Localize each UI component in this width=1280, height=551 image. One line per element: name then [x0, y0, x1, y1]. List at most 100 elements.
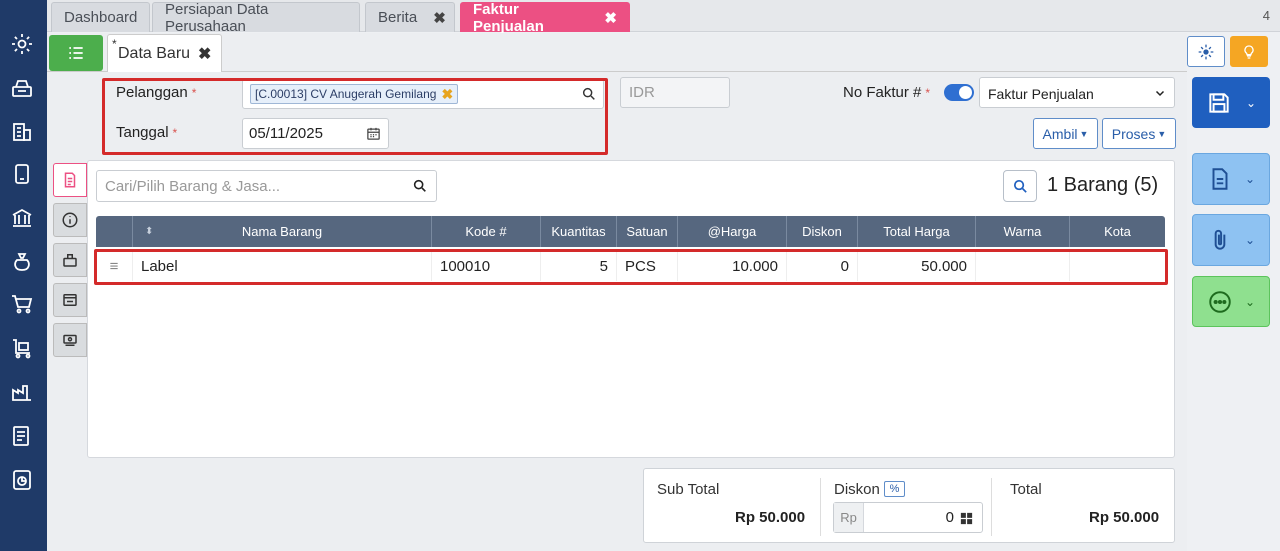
faktur-type-select[interactable]: Faktur Penjualan [979, 77, 1175, 108]
paperclip-icon [1214, 229, 1226, 250]
more-options-button[interactable]: ⌄ [1192, 276, 1270, 327]
mobile-device-icon[interactable] [8, 160, 36, 188]
report-chart-icon[interactable] [8, 466, 36, 494]
diskon-input[interactable]: Rp 0 [833, 502, 983, 533]
ambil-button[interactable]: Ambil ▼ [1033, 118, 1098, 149]
tab-faktur-penjualan[interactable]: Faktur Penjualan ✖ [460, 0, 630, 35]
col-warna[interactable]: Warna [976, 216, 1070, 247]
delivery-cart-icon[interactable] [8, 334, 36, 362]
total-label: Total [1010, 481, 1042, 498]
col-kuantitas[interactable]: Kuantitas [541, 216, 617, 247]
proses-button[interactable]: Proses ▼ [1102, 118, 1176, 149]
subtotal-label: Sub Total [657, 481, 720, 498]
tab-count[interactable]: 4 [1263, 8, 1270, 23]
col-label: Kota [1104, 224, 1131, 239]
calculator-icon [960, 512, 973, 525]
auto-number-toggle[interactable] [944, 84, 974, 101]
drag-column-header [96, 216, 133, 247]
col-label: Warna [1003, 224, 1042, 239]
cash-register-icon[interactable] [8, 74, 36, 102]
item-search-placeholder: Cari/Pilih Barang & Jasa... [105, 178, 281, 195]
currency-value: IDR [629, 84, 655, 101]
col-nama-barang[interactable]: ⬍ Nama Barang [133, 216, 432, 247]
doc-tab-label: Data Baru [118, 44, 191, 62]
list-icon [69, 47, 83, 59]
highlight-item-row [94, 249, 1168, 285]
col-kota[interactable]: Kota [1070, 216, 1165, 247]
modified-marker: * [112, 37, 117, 51]
bank-icon[interactable] [8, 204, 36, 232]
tab-data-baru[interactable]: * Data Baru ✖ [107, 34, 222, 72]
shopping-cart-icon[interactable] [8, 290, 36, 318]
settings-icon[interactable] [8, 30, 36, 58]
percent-toggle[interactable]: % [884, 481, 905, 497]
items-table-header: ⬍ Nama Barang Kode # Kuantitas Satuan @H… [96, 216, 1165, 247]
tips-button[interactable] [1230, 36, 1268, 67]
tab-label: Dashboard [64, 9, 138, 26]
side-tab-items[interactable] [53, 163, 87, 197]
proses-label: Proses [1111, 125, 1156, 142]
building-icon[interactable] [8, 118, 36, 146]
required-marker: * [925, 86, 931, 100]
subtotal-value: Rp 50.000 [735, 509, 806, 526]
factory-icon[interactable] [8, 378, 36, 406]
tab-label: Faktur Penjualan [473, 0, 544, 35]
money-bag-icon[interactable] [8, 248, 36, 276]
tab-dashboard[interactable]: Dashboard [51, 2, 150, 32]
tab-label: Persiapan Data Perusahaan [165, 0, 269, 35]
col-harga[interactable]: @Harga [678, 216, 787, 247]
sort-icon[interactable]: ⬍ [145, 226, 153, 237]
side-tab-shipping[interactable] [53, 243, 87, 277]
close-icon[interactable]: ✖ [604, 9, 617, 27]
side-tab-cash[interactable] [53, 323, 87, 357]
attachment-button[interactable]: ⌄ [1192, 214, 1270, 266]
search-icon [1013, 179, 1027, 193]
items-panel [87, 160, 1175, 458]
col-satuan[interactable]: Satuan [617, 216, 678, 247]
search-icon [413, 179, 426, 192]
currency-field: IDR [620, 77, 730, 108]
tab-berita[interactable]: Berita ✖ [365, 2, 455, 32]
save-icon [1209, 92, 1229, 113]
form-settings-button[interactable] [1187, 36, 1225, 67]
no-faktur-label: No Faktur # * [843, 84, 930, 101]
col-total-harga[interactable]: Total Harga [858, 216, 976, 247]
info-icon [62, 212, 78, 228]
col-label: @Harga [707, 224, 757, 239]
close-icon[interactable]: ✖ [433, 9, 446, 27]
save-button[interactable]: ⌄ [1192, 77, 1270, 128]
diskon-label: Diskon [834, 481, 880, 498]
tab-persiapan-data-perusahaan[interactable]: Persiapan Data Perusahaan [152, 0, 360, 35]
chevron-down-icon: ▼ [1157, 128, 1167, 139]
item-lookup-button[interactable] [1003, 170, 1037, 202]
top-tab-bar: Dashboard Persiapan Data Perusahaan Beri… [47, 0, 1280, 35]
list-view-button[interactable] [49, 35, 103, 71]
chevron-down-icon: ⌄ [1245, 95, 1257, 110]
col-label: Kode # [465, 224, 507, 239]
ambil-label: Ambil [1042, 125, 1078, 142]
col-label: Nama Barang [241, 224, 323, 239]
lightbulb-icon [1244, 44, 1254, 59]
package-icon [63, 254, 77, 267]
col-label: Satuan [626, 224, 668, 239]
side-tab-info[interactable] [53, 203, 87, 237]
chevron-down-icon: ▼ [1079, 128, 1089, 139]
tax-document-icon[interactable] [8, 422, 36, 450]
col-label: Diskon [802, 224, 842, 239]
document-button[interactable]: ⌄ [1192, 153, 1270, 205]
main-sidebar [0, 0, 47, 551]
more-icon [1209, 290, 1231, 313]
diskon-value: 0 [945, 509, 954, 526]
side-tab-payment[interactable] [53, 283, 87, 317]
gear-icon [1198, 44, 1214, 59]
col-diskon[interactable]: Diskon [787, 216, 858, 247]
close-icon[interactable]: ✖ [198, 44, 211, 64]
col-kode[interactable]: Kode # [432, 216, 541, 247]
invoice-icon [63, 294, 77, 306]
chevron-down-icon: ⌄ [1244, 233, 1256, 247]
document-list-icon [64, 172, 76, 188]
faktur-type-value: Faktur Penjualan [988, 86, 1094, 102]
totals-divider [820, 478, 821, 536]
item-search-input[interactable]: Cari/Pilih Barang & Jasa... [96, 170, 437, 202]
no-faktur-label-text: No Faktur # [843, 84, 922, 101]
